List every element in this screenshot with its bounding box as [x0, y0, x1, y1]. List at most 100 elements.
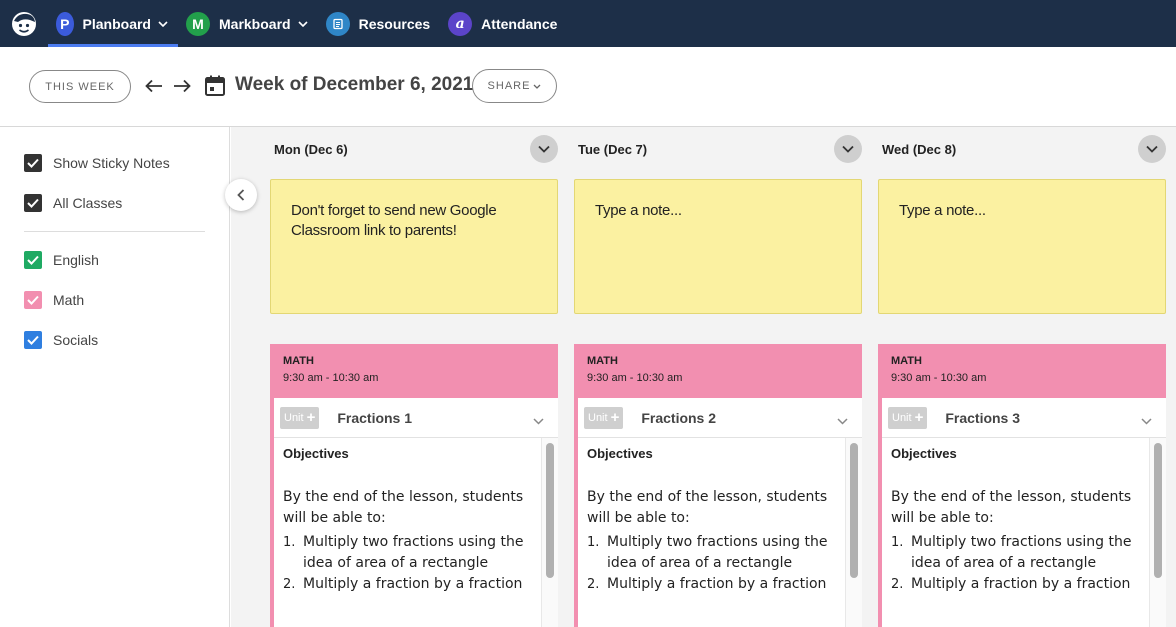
lesson-plan-body[interactable]: Objectives By the end of the lesson, stu… — [882, 438, 1166, 627]
lesson-header[interactable]: MATH 9:30 am - 10:30 am — [578, 344, 862, 398]
sticky-note[interactable]: Type a note... — [574, 179, 862, 314]
chevron-down-icon — [842, 145, 854, 153]
list-number: 2. — [587, 577, 600, 592]
list-number: 1. — [587, 535, 600, 550]
lesson-subject: MATH — [587, 355, 618, 367]
objectives-heading: Objectives — [283, 446, 349, 461]
lesson-time: 9:30 am - 10:30 am — [587, 372, 683, 384]
filter-socials[interactable]: Socials — [24, 330, 98, 350]
lesson-title[interactable]: Fractions 1 — [337, 410, 412, 426]
day-menu-button[interactable] — [834, 135, 862, 163]
nav-markboard-label: Markboard — [219, 15, 291, 32]
chevron-down-icon — [158, 20, 168, 27]
lesson-subject: MATH — [283, 355, 314, 367]
list-item: 1. Multiply two fractions using the idea … — [283, 532, 550, 574]
list-item: 2. Multiply a fraction by a fraction — [283, 574, 550, 595]
attendance-icon: a — [448, 11, 473, 36]
unit-label: Unit — [284, 411, 304, 424]
app-logo-icon[interactable] — [0, 0, 48, 47]
checkbox-checked-icon[interactable] — [24, 331, 42, 349]
lesson-unit-row: Unit + Fractions 2 — [578, 398, 862, 438]
chevron-down-icon — [1146, 145, 1158, 153]
checkbox-checked-icon[interactable] — [24, 291, 42, 309]
checkbox-checked-icon[interactable] — [24, 251, 42, 269]
arrow-left-icon[interactable] — [143, 75, 165, 97]
top-nav: P Planboard M Markboard Resources a Atte… — [0, 0, 1176, 47]
lesson-header[interactable]: MATH 9:30 am - 10:30 am — [274, 344, 558, 398]
lesson-unit-row: Unit + Fractions 1 — [274, 398, 558, 438]
chevron-down-icon[interactable] — [837, 412, 848, 430]
lesson-title[interactable]: Fractions 3 — [945, 410, 1020, 426]
day-title: Wed (Dec 8) — [882, 142, 957, 157]
list-text: Multiply two fractions using the idea of… — [911, 534, 1132, 571]
scrollbar[interactable] — [1149, 438, 1166, 627]
chevron-down-icon[interactable] — [533, 412, 544, 430]
list-number: 2. — [891, 577, 904, 592]
collapse-sidebar-button[interactable] — [225, 179, 257, 211]
chevron-down-icon[interactable] — [1141, 412, 1152, 430]
objectives-list: 1. Multiply two fractions using the idea … — [587, 532, 854, 595]
nav-resources[interactable]: Resources — [318, 0, 441, 47]
filter-label: English — [53, 252, 99, 268]
nav-attendance[interactable]: a Attendance — [440, 0, 567, 47]
lesson-subject: MATH — [891, 355, 922, 367]
scrollbar[interactable] — [541, 438, 558, 627]
lesson-card[interactable]: MATH 9:30 am - 10:30 am Unit + Fractions… — [574, 344, 862, 627]
lesson-header[interactable]: MATH 9:30 am - 10:30 am — [882, 344, 1166, 398]
scrollbar-thumb[interactable] — [546, 443, 554, 578]
nav-markboard[interactable]: M Markboard — [178, 0, 318, 47]
checkbox-checked-icon[interactable] — [24, 154, 42, 172]
objectives-intro: By the end of the lesson, students will … — [891, 489, 1132, 526]
lesson-card[interactable]: MATH 9:30 am - 10:30 am Unit + Fractions… — [878, 344, 1166, 627]
scrollbar-thumb[interactable] — [1154, 443, 1162, 578]
checkbox-checked-icon[interactable] — [24, 194, 42, 212]
week-title: Week of December 6, 2021 — [235, 74, 474, 95]
add-unit-button[interactable]: Unit + — [584, 406, 624, 429]
day-menu-button[interactable] — [530, 135, 558, 163]
chevron-left-icon — [237, 189, 245, 201]
objectives-heading: Objectives — [891, 446, 957, 461]
objectives-intro: By the end of the lesson, students will … — [283, 489, 524, 526]
day-title: Tue (Dec 7) — [578, 142, 648, 157]
plus-icon: + — [914, 409, 924, 426]
list-item: 2. Multiply a fraction by a fraction — [891, 574, 1158, 595]
scrollbar-thumb[interactable] — [850, 443, 858, 578]
chevron-down-icon — [298, 20, 308, 27]
day-column: Wed (Dec 8) Type a note... MATH 9:30 am … — [878, 127, 1166, 627]
filter-all-classes[interactable]: All Classes — [24, 193, 122, 213]
lesson-plan-body[interactable]: Objectives By the end of the lesson, stu… — [274, 438, 558, 627]
plus-icon: + — [610, 409, 620, 426]
unit-label: Unit — [892, 411, 912, 424]
list-text: Multiply a fraction by a fraction — [607, 576, 827, 592]
add-unit-button[interactable]: Unit + — [888, 406, 928, 429]
calendar-icon[interactable] — [205, 75, 225, 101]
nav-planboard-label: Planboard — [82, 15, 151, 32]
nav-resources-label: Resources — [358, 15, 431, 32]
filter-show-sticky-notes[interactable]: Show Sticky Notes — [24, 153, 170, 173]
markboard-icon: M — [186, 11, 210, 36]
filter-label: All Classes — [53, 195, 123, 211]
objectives-list: 1. Multiply two fractions using the idea … — [891, 532, 1158, 595]
nav-planboard[interactable]: P Planboard — [48, 0, 178, 47]
nav-attendance-label: Attendance — [481, 15, 558, 32]
day-menu-button[interactable] — [1138, 135, 1166, 163]
list-item: 2. Multiply a fraction by a fraction — [587, 574, 854, 595]
list-number: 2. — [283, 577, 296, 592]
lesson-plan-body[interactable]: Objectives By the end of the lesson, stu… — [578, 438, 862, 627]
lesson-title[interactable]: Fractions 2 — [641, 410, 716, 426]
list-text: Multiply two fractions using the idea of… — [607, 534, 828, 571]
this-week-button[interactable]: THIS WEEK — [29, 70, 131, 103]
sidebar-divider — [24, 231, 205, 232]
day-column: Tue (Dec 7) Type a note... MATH 9:30 am … — [574, 127, 862, 627]
filter-math[interactable]: Math — [24, 290, 84, 310]
sticky-note[interactable]: Type a note... — [878, 179, 1166, 314]
arrow-right-icon[interactable] — [171, 75, 193, 97]
sticky-note[interactable]: Don't forget to send new Google Classroo… — [270, 179, 558, 314]
list-text: Multiply a fraction by a fraction — [303, 576, 523, 592]
lesson-card[interactable]: MATH 9:30 am - 10:30 am Unit + Fractions… — [270, 344, 558, 627]
filter-english[interactable]: English — [24, 250, 99, 270]
add-unit-button[interactable]: Unit + — [280, 406, 320, 429]
scrollbar[interactable] — [845, 438, 862, 627]
lesson-time: 9:30 am - 10:30 am — [283, 372, 379, 384]
share-button[interactable]: SHARE — [472, 69, 557, 103]
